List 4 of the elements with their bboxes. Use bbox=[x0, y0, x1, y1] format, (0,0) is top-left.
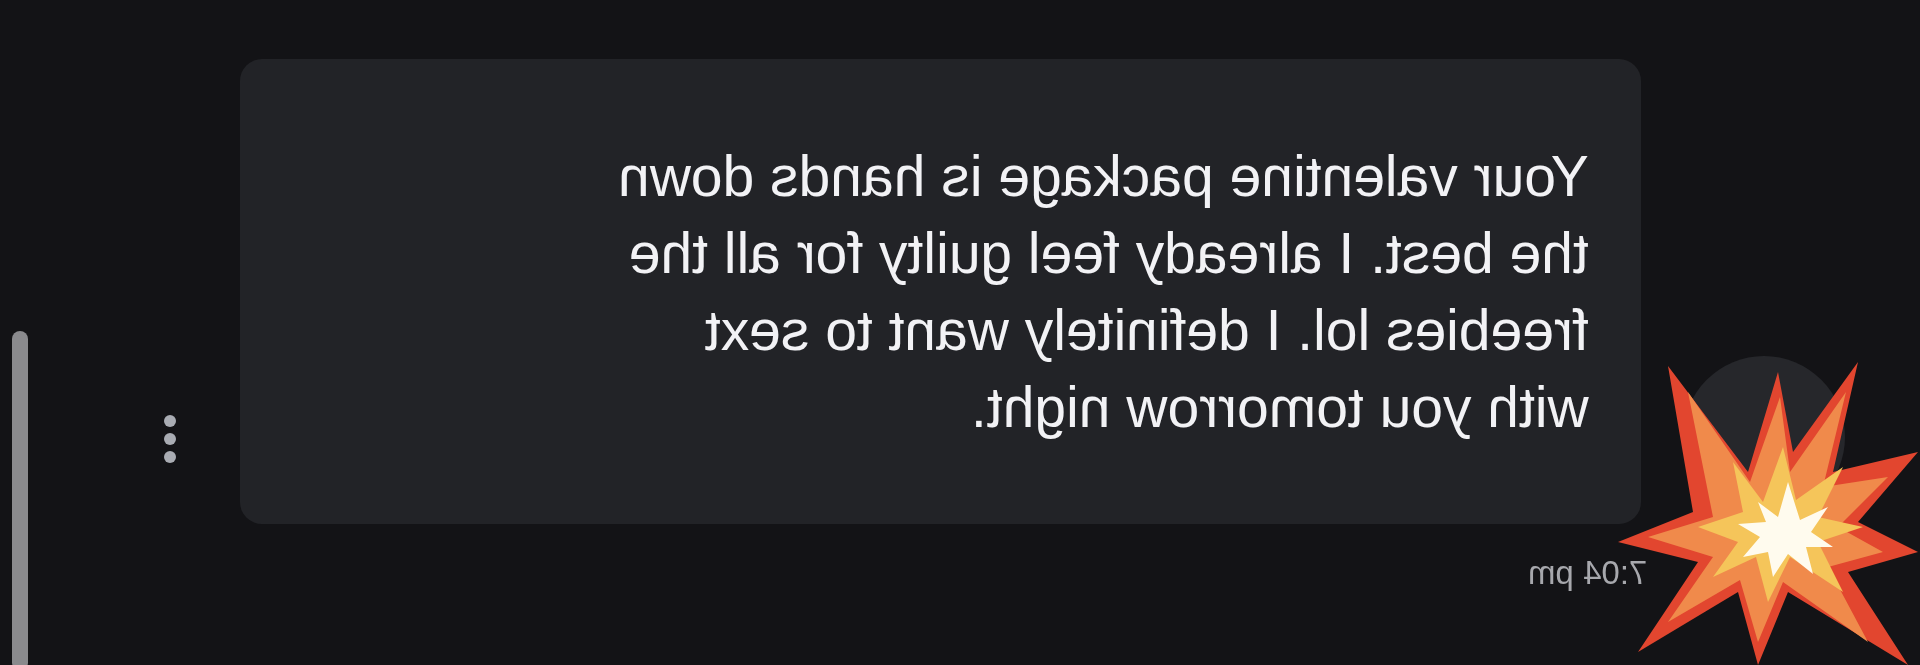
more-options-icon[interactable] bbox=[163, 414, 177, 464]
scrollbar[interactable] bbox=[12, 331, 28, 665]
message-time: 7:04 pm bbox=[1527, 553, 1647, 593]
message-text: Your valentine package is hands down the best. I already feel guilty for all the freebies lol. I definitely want to sext with you tomorrow night. bbox=[618, 142, 1589, 441]
